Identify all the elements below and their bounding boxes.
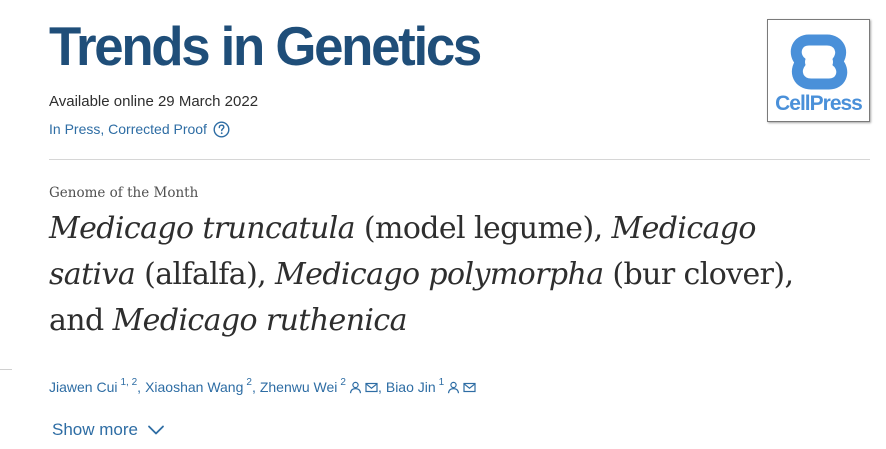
show-more-label: Show more	[52, 420, 138, 439]
in-press-status-link[interactable]: In Press, Corrected Proof	[49, 119, 230, 139]
author-list: Jiawen Cui 1, 2 , Xiaoshan Wang 2 , Zhenwu…	[49, 376, 476, 398]
author-separator: ,	[377, 379, 382, 395]
author-separator: ,	[137, 379, 142, 395]
in-press-status-label: In Press, Corrected Proof	[49, 121, 207, 137]
author-affiliation: 1, 2	[120, 376, 138, 388]
edge-divider	[0, 369, 12, 370]
author-name: Xiaoshan Wang	[145, 379, 244, 395]
header-divider	[49, 159, 870, 160]
envelope-icon[interactable]	[463, 381, 476, 394]
author-affiliation: 1	[438, 376, 445, 388]
author-separator: ,	[251, 379, 256, 395]
help-circle-icon[interactable]	[213, 120, 230, 138]
person-icon[interactable]	[349, 381, 362, 394]
author-affiliation: 2	[340, 376, 346, 388]
envelope-icon[interactable]	[365, 381, 378, 394]
title-text: (model legume),	[354, 211, 612, 246]
author-link[interactable]: Biao Jin 1	[385, 376, 476, 395]
author-name: Jiawen Cui	[49, 379, 118, 395]
species-name: Medicago ruthenica	[112, 303, 408, 338]
cellpress-mark-icon	[790, 34, 848, 90]
author-link[interactable]: Xiaoshan Wang 2	[145, 376, 252, 396]
journal-title[interactable]: Trends in Genetics	[49, 14, 482, 78]
cellpress-logo-text: CellPress	[775, 92, 863, 115]
article-type-label: Genome of the Month	[49, 185, 199, 201]
show-more-button[interactable]: Show more	[52, 418, 165, 442]
person-icon[interactable]	[447, 381, 460, 394]
title-text: (alfalfa),	[135, 257, 276, 292]
chevron-down-icon	[147, 424, 165, 436]
author-name: Biao Jin	[385, 379, 436, 395]
author-link[interactable]: Jiawen Cui 1, 2	[49, 376, 138, 396]
cellpress-logo[interactable]: CellPress	[767, 19, 870, 122]
species-name: Medicago truncatula	[49, 211, 356, 246]
author-link[interactable]: Zhenwu Wei 2	[259, 376, 378, 395]
article-title: Medicago truncatula (model legume), Medi…	[49, 206, 849, 344]
author-affiliation: 2	[246, 376, 252, 388]
species-name: Medicago polymorpha	[275, 257, 604, 292]
available-online-date: Available online 29 March 2022	[49, 93, 259, 110]
author-name: Zhenwu Wei	[259, 379, 338, 395]
